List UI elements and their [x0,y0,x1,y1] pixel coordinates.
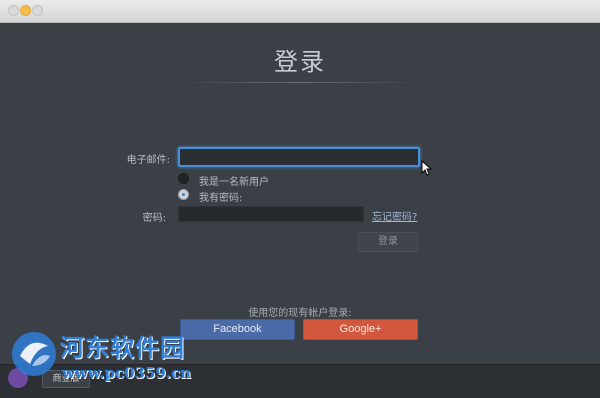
email-field[interactable] [178,147,420,167]
new-user-label: 我是一名新用户 [199,177,269,188]
login-button[interactable]: 登录 [358,232,418,252]
has-password-label: 我有密码: [199,193,243,204]
password-field[interactable] [178,206,364,222]
minimize-window-button[interactable] [20,5,31,16]
page-title: 登录 [274,48,326,76]
close-window-button[interactable] [8,5,19,16]
avatar [8,368,28,388]
email-label: 电子邮件: [126,155,170,166]
new-user-radio[interactable] [178,173,189,184]
forgot-password-link[interactable]: 忘记密码? [372,208,417,223]
mouse-cursor-icon [421,160,433,176]
social-login-label: 使用您的现有帐户登录: [248,308,352,319]
password-label: 密码: [142,213,166,224]
window-titlebar [0,0,600,23]
google-login-button[interactable]: Google+ [303,319,418,340]
title-divider [180,82,420,83]
watermark-site-name: 河东软件园 [60,333,185,362]
watermark-url: www.pc0359.cn [62,364,192,382]
facebook-login-button[interactable]: Facebook [180,319,295,340]
has-password-radio[interactable] [178,189,189,200]
maximize-window-button[interactable] [32,5,43,16]
